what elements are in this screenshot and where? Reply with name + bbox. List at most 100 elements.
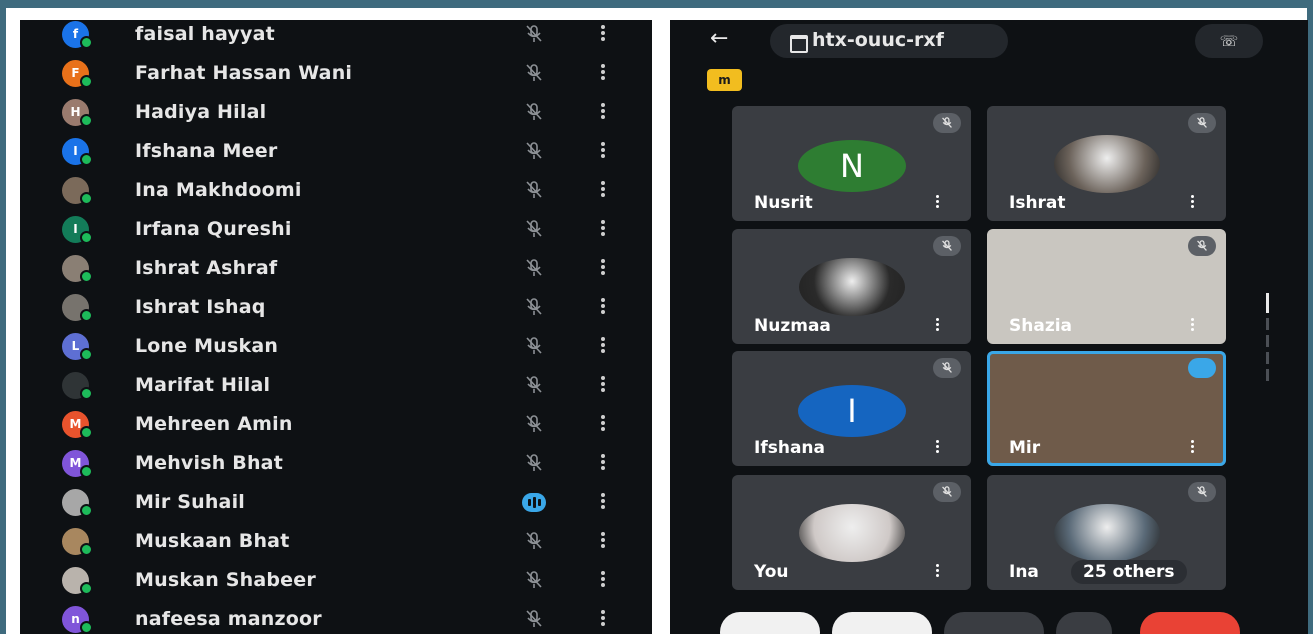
video-tile[interactable]: Nuzmaa — [732, 229, 971, 344]
online-status-dot — [80, 504, 93, 517]
more-vert-icon[interactable] — [600, 141, 606, 161]
participant-row[interactable]: I Irfana Qureshi — [20, 210, 652, 249]
raise-hand-button[interactable] — [944, 612, 1044, 634]
camera-toggle-button[interactable] — [720, 612, 820, 634]
more-vert-icon[interactable] — [600, 414, 606, 434]
mic-toggle-button[interactable] — [832, 612, 932, 634]
participant-photo — [1054, 135, 1160, 193]
more-vert-icon[interactable] — [600, 180, 606, 200]
avatar — [62, 528, 93, 556]
participant-initial: N — [798, 140, 906, 192]
more-vert-icon[interactable] — [600, 375, 606, 395]
more-vert-icon[interactable] — [600, 609, 606, 629]
mic-off-icon — [523, 179, 545, 201]
meeting-top-bar: ← htx-ouuc-rxf ☏ — [670, 20, 1308, 80]
avatar: M — [62, 411, 93, 439]
tile-name: Ifshana — [754, 438, 825, 458]
participant-name: Mehreen Amin — [135, 413, 293, 435]
video-tile[interactable]: Mir — [987, 351, 1226, 466]
video-tile[interactable]: You — [732, 475, 971, 590]
mic-off-icon — [523, 62, 545, 84]
more-vert-icon[interactable] — [1191, 440, 1195, 455]
more-vert-icon[interactable] — [600, 102, 606, 122]
participant-row[interactable]: n nafeesa manzoor — [20, 600, 652, 634]
more-vert-icon[interactable] — [936, 564, 940, 579]
participant-row[interactable]: M Mehvish Bhat — [20, 444, 652, 483]
end-call-button[interactable] — [1140, 612, 1240, 634]
avatar: F — [62, 60, 93, 88]
more-vert-icon[interactable] — [600, 531, 606, 551]
participant-name: Lone Muskan — [135, 335, 279, 357]
participant-photo — [1054, 504, 1160, 562]
avatar — [62, 489, 93, 517]
more-vert-icon[interactable] — [600, 297, 606, 317]
switch-audio-button[interactable]: ☏ — [1195, 24, 1263, 58]
more-vert-icon[interactable] — [600, 258, 606, 278]
back-button[interactable]: ← — [710, 26, 728, 51]
participant-name: Muskaan Bhat — [135, 530, 290, 552]
more-vert-icon[interactable] — [600, 570, 606, 590]
participant-row[interactable]: Muskaan Bhat — [20, 522, 652, 561]
participant-name: Ifshana Meer — [135, 140, 278, 162]
participant-name: nafeesa manzoor — [135, 608, 322, 630]
avatar: H — [62, 99, 93, 127]
mic-off-icon — [523, 608, 545, 630]
more-vert-icon[interactable] — [600, 453, 606, 473]
participant-row[interactable]: I Ifshana Meer — [20, 132, 652, 171]
page-scroll-indicator[interactable] — [1266, 293, 1269, 386]
participant-row[interactable]: Ina Makhdoomi — [20, 171, 652, 210]
more-vert-icon[interactable] — [1191, 195, 1195, 210]
participant-row[interactable]: Mir Suhail — [20, 483, 652, 522]
more-options-button[interactable] — [1056, 612, 1112, 634]
video-tile[interactable]: Ina 25 others — [987, 475, 1226, 590]
avatar — [62, 294, 93, 322]
participant-row[interactable]: Ishrat Ishaq — [20, 288, 652, 327]
participant-row[interactable]: f faisal hayyat — [20, 20, 652, 54]
participant-name: faisal hayyat — [135, 23, 275, 45]
more-vert-icon[interactable] — [600, 492, 606, 512]
participant-name: Farhat Hassan Wani — [135, 62, 353, 84]
participant-row[interactable]: Marifat Hilal — [20, 366, 652, 405]
participant-row[interactable]: F Farhat Hassan Wani — [20, 54, 652, 93]
more-vert-icon[interactable] — [600, 219, 606, 239]
online-status-dot — [80, 426, 93, 439]
more-vert-icon[interactable] — [600, 63, 606, 83]
speaking-indicator-icon — [1188, 358, 1216, 378]
avatar: I — [62, 138, 93, 166]
mic-off-icon — [523, 140, 545, 162]
mic-off-icon — [523, 23, 545, 45]
more-vert-icon[interactable] — [936, 318, 940, 333]
avatar: n — [62, 606, 93, 634]
online-status-dot — [80, 75, 93, 88]
participant-name: Muskan Shabeer — [135, 569, 316, 591]
video-tile[interactable]: Ishrat — [987, 106, 1226, 221]
participant-row[interactable]: M Mehreen Amin — [20, 405, 652, 444]
captions-badge[interactable]: m — [707, 69, 742, 91]
more-vert-icon[interactable] — [600, 24, 606, 44]
calendar-icon — [790, 35, 808, 53]
mic-off-icon — [523, 257, 545, 279]
more-vert-icon[interactable] — [936, 440, 940, 455]
tile-name: Nusrit — [754, 193, 813, 213]
participant-name: Marifat Hilal — [135, 374, 271, 396]
participant-name: Irfana Qureshi — [135, 218, 292, 240]
more-vert-icon[interactable] — [600, 336, 606, 356]
avatar: f — [62, 21, 93, 49]
video-tile[interactable]: I Ifshana — [732, 351, 971, 466]
meeting-code-button[interactable]: htx-ouuc-rxf — [770, 24, 1008, 58]
online-status-dot — [80, 192, 93, 205]
mic-off-icon — [523, 218, 545, 240]
mic-off-icon — [523, 296, 545, 318]
tile-name: Nuzmaa — [754, 316, 831, 336]
mic-off-icon — [523, 452, 545, 474]
participants-panel[interactable]: f faisal hayyat F Farhat Hassan Wani H Hadiya… — [20, 20, 652, 634]
video-tile[interactable]: N Nusrit — [732, 106, 971, 221]
participant-row[interactable]: H Hadiya Hilal — [20, 93, 652, 132]
video-tile[interactable]: Shazia — [987, 229, 1226, 344]
participant-row[interactable]: Muskan Shabeer — [20, 561, 652, 600]
participant-row[interactable]: Ishrat Ashraf — [20, 249, 652, 288]
more-vert-icon[interactable] — [1191, 318, 1195, 333]
others-count[interactable]: 25 others — [1071, 560, 1187, 584]
participant-row[interactable]: L Lone Muskan — [20, 327, 652, 366]
more-vert-icon[interactable] — [936, 195, 940, 210]
